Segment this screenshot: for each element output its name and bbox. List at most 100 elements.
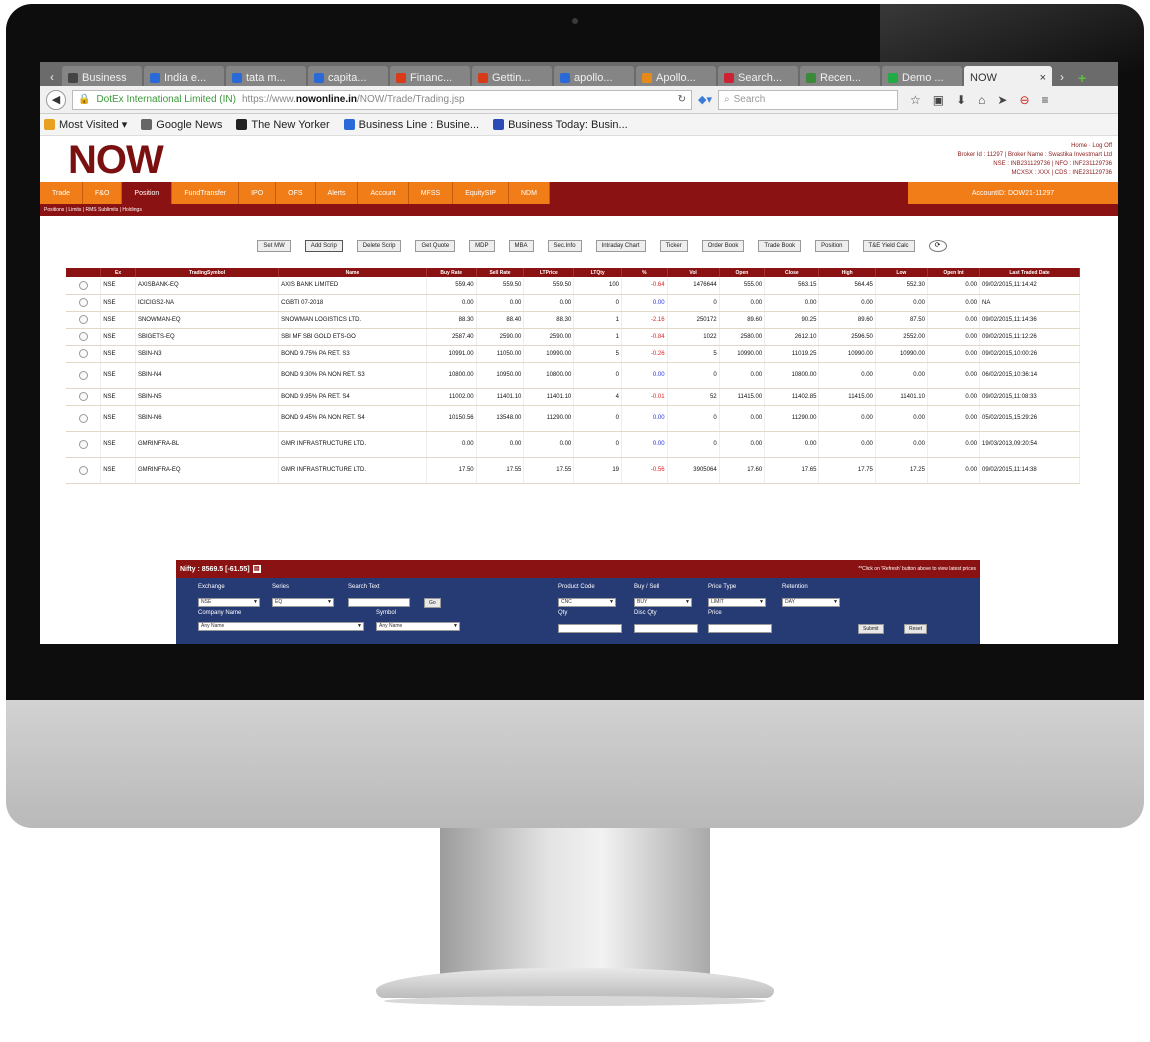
- refresh-icon[interactable]: ⟳: [928, 240, 947, 252]
- row-radio-button[interactable]: [78, 332, 88, 341]
- clipboard-icon[interactable]: ▣: [933, 93, 944, 107]
- block-icon[interactable]: ⊖: [1019, 93, 1029, 107]
- toolbar-button-t-e-yield-calc[interactable]: T&E Yield Calc: [862, 240, 915, 252]
- price-type-select[interactable]: LIMIT: [708, 598, 766, 607]
- row-radio-button[interactable]: [78, 439, 88, 449]
- row-select-cell: [66, 345, 102, 363]
- browser-tab[interactable]: apollo...: [554, 66, 634, 86]
- toolbar-button-sec-info[interactable]: Sec.Info: [547, 240, 582, 252]
- toolbar-button-set-mw[interactable]: Set MW: [257, 240, 291, 252]
- toolbar-button-position[interactable]: Position: [815, 240, 849, 252]
- menu-item-account[interactable]: Account: [358, 182, 409, 204]
- bookmark-item[interactable]: Most Visited ▾: [44, 118, 127, 131]
- bookmark-item[interactable]: Business Line : Busine...: [343, 119, 479, 131]
- browser-tab[interactable]: Business: [62, 66, 142, 86]
- bookmark-star-icon[interactable]: ☆: [910, 93, 921, 107]
- back-icon[interactable]: ◀: [46, 89, 66, 110]
- reload-icon[interactable]: ↻: [678, 94, 686, 105]
- search-text-input[interactable]: [348, 598, 410, 607]
- download-icon[interactable]: ⬇: [956, 93, 966, 107]
- table-row[interactable]: NSE GMRINFRA-EQ GMR INFRASTRUCTURE LTD. 17.…: [66, 457, 1080, 484]
- menu-item-f-o[interactable]: F&O: [83, 182, 123, 204]
- bookmark-item[interactable]: Business Today: Busin...: [493, 119, 628, 131]
- home-logoff-links[interactable]: Home · Log Off: [957, 142, 1112, 151]
- toolbar-button-ticker[interactable]: Ticker: [659, 240, 688, 252]
- browser-tab[interactable]: Search...: [718, 66, 798, 86]
- browser-tab[interactable]: Gettin...: [472, 66, 552, 86]
- menu-item-ofs[interactable]: OFS: [276, 182, 316, 204]
- new-tab-icon[interactable]: +: [1072, 70, 1092, 86]
- browser-tab[interactable]: tata m...: [226, 66, 306, 86]
- exchange-select[interactable]: NSE: [198, 598, 260, 607]
- table-row[interactable]: NSE SBIN-N5 BOND 9.95% PA RET. S4 11002.00 1…: [66, 388, 1080, 406]
- cell-name: GMR INFRASTRUCTURE LTD.: [278, 457, 427, 484]
- menu-item-ipo[interactable]: IPO: [239, 182, 277, 204]
- home-icon[interactable]: ⌂: [978, 93, 985, 107]
- series-select[interactable]: EQ: [272, 598, 334, 607]
- position-subnav[interactable]: Positions | Limits | RMS Sublimits | Hol…: [40, 204, 1118, 216]
- row-radio-button[interactable]: [78, 298, 88, 307]
- browser-tab[interactable]: Recen...: [800, 66, 880, 86]
- table-row[interactable]: NSE SBIN-N4 BOND 9.30% PA NON RET. S3 10800…: [66, 362, 1080, 389]
- reset-button[interactable]: Reset: [904, 624, 928, 634]
- browser-tab[interactable]: Apollo...: [636, 66, 716, 86]
- menu-item-ndm[interactable]: NDM: [508, 182, 550, 204]
- menu-item-trade[interactable]: Trade: [40, 182, 84, 204]
- send-icon[interactable]: ➤: [997, 93, 1007, 107]
- cell-sell: 11401.10: [476, 388, 525, 406]
- bookmark-item[interactable]: The New Yorker: [236, 119, 330, 131]
- table-row[interactable]: NSE SBIN-N6 BOND 9.45% PA NON RET. S4 10150…: [66, 405, 1080, 432]
- tab-scroll-right-icon[interactable]: ›: [1054, 68, 1070, 86]
- close-icon[interactable]: ×: [1040, 72, 1046, 84]
- tab-now[interactable]: NOW ×: [964, 66, 1052, 86]
- bookmark-icon: [343, 119, 355, 130]
- table-row[interactable]: NSE SBIN-N3 BOND 9.75% PA RET. S3 10991.00 1…: [66, 345, 1080, 363]
- url-field[interactable]: 🔒 DotEx International Limited (IN) https…: [72, 89, 692, 110]
- go-button[interactable]: Go: [424, 598, 441, 608]
- table-row[interactable]: NSE SNOWMAN-EQ SNOWMAN LOGISTICS LTD. 88.30…: [66, 311, 1080, 329]
- table-row[interactable]: NSE ICICIGS2-NA CGBTI 07-2018 0.00 0.00 0.00 0…: [66, 294, 1080, 312]
- chart-icon[interactable]: ▤: [252, 565, 261, 573]
- table-row[interactable]: NSE AXISBANK-EQ AXIS BANK LIMITED 559.40 559…: [66, 277, 1080, 295]
- toolbar-button-mdp[interactable]: MDP: [469, 240, 495, 252]
- browser-tab[interactable]: Financ...: [390, 66, 470, 86]
- table-row[interactable]: NSE GMRINFRA-BL GMR INFRASTRUCTURE LTD. 0.0…: [66, 431, 1080, 458]
- row-radio-button[interactable]: [78, 413, 88, 423]
- menu-icon[interactable]: ≡: [1042, 93, 1049, 107]
- row-radio-button[interactable]: [78, 370, 88, 380]
- toolbar-button-mba[interactable]: MBA: [508, 240, 534, 252]
- row-radio-button[interactable]: [78, 349, 88, 358]
- qty-input[interactable]: [558, 624, 622, 633]
- menu-item-mfss[interactable]: MFSS: [408, 182, 454, 204]
- toolbar-button-intraday-chart[interactable]: Intraday Chart: [595, 240, 646, 252]
- company-select[interactable]: Any Name: [198, 622, 364, 631]
- toolbar-button-trade-book[interactable]: Trade Book: [758, 240, 802, 252]
- symbol-select[interactable]: Any Name: [376, 622, 460, 631]
- bookmark-item[interactable]: Google News: [141, 119, 222, 131]
- row-radio-button[interactable]: [78, 392, 88, 401]
- toolbar-button-add-scrip[interactable]: Add Scrip: [304, 240, 343, 252]
- browser-tab[interactable]: India e...: [144, 66, 224, 86]
- tab-scroll-left-icon[interactable]: ‹: [44, 68, 60, 86]
- menu-item-alerts[interactable]: Alerts: [315, 182, 359, 204]
- table-row[interactable]: NSE SBIGETS-EQ SBI MF SBI GOLD ETS-GO 2587.…: [66, 328, 1080, 346]
- menu-item-equitysip[interactable]: EquitySIP: [453, 182, 509, 204]
- browser-tab[interactable]: Demo ...: [882, 66, 962, 86]
- toolbar-button-delete-scrip[interactable]: Delete Scrip: [356, 240, 402, 252]
- row-radio-button[interactable]: [78, 280, 88, 290]
- product-code-select[interactable]: CNC: [558, 598, 616, 607]
- toolbar-button-order-book[interactable]: Order Book: [701, 240, 745, 252]
- search-engine-icon[interactable]: ◆▾: [698, 93, 712, 106]
- browser-tab[interactable]: capita...: [308, 66, 388, 86]
- toolbar-button-get-quote[interactable]: Get Quote: [415, 240, 456, 252]
- menu-item-fundtransfer[interactable]: FundTransfer: [172, 182, 240, 204]
- price-input[interactable]: [708, 624, 772, 633]
- row-radio-button[interactable]: [78, 465, 88, 475]
- retention-select[interactable]: DAY: [782, 598, 840, 607]
- search-field[interactable]: ⌕ Search: [717, 89, 898, 110]
- submit-button[interactable]: Submit: [858, 624, 884, 634]
- buy-sell-select[interactable]: BUY: [634, 598, 692, 607]
- disc-qty-input[interactable]: [634, 624, 698, 633]
- menu-item-position[interactable]: Position: [122, 182, 173, 204]
- row-radio-button[interactable]: [78, 315, 88, 324]
